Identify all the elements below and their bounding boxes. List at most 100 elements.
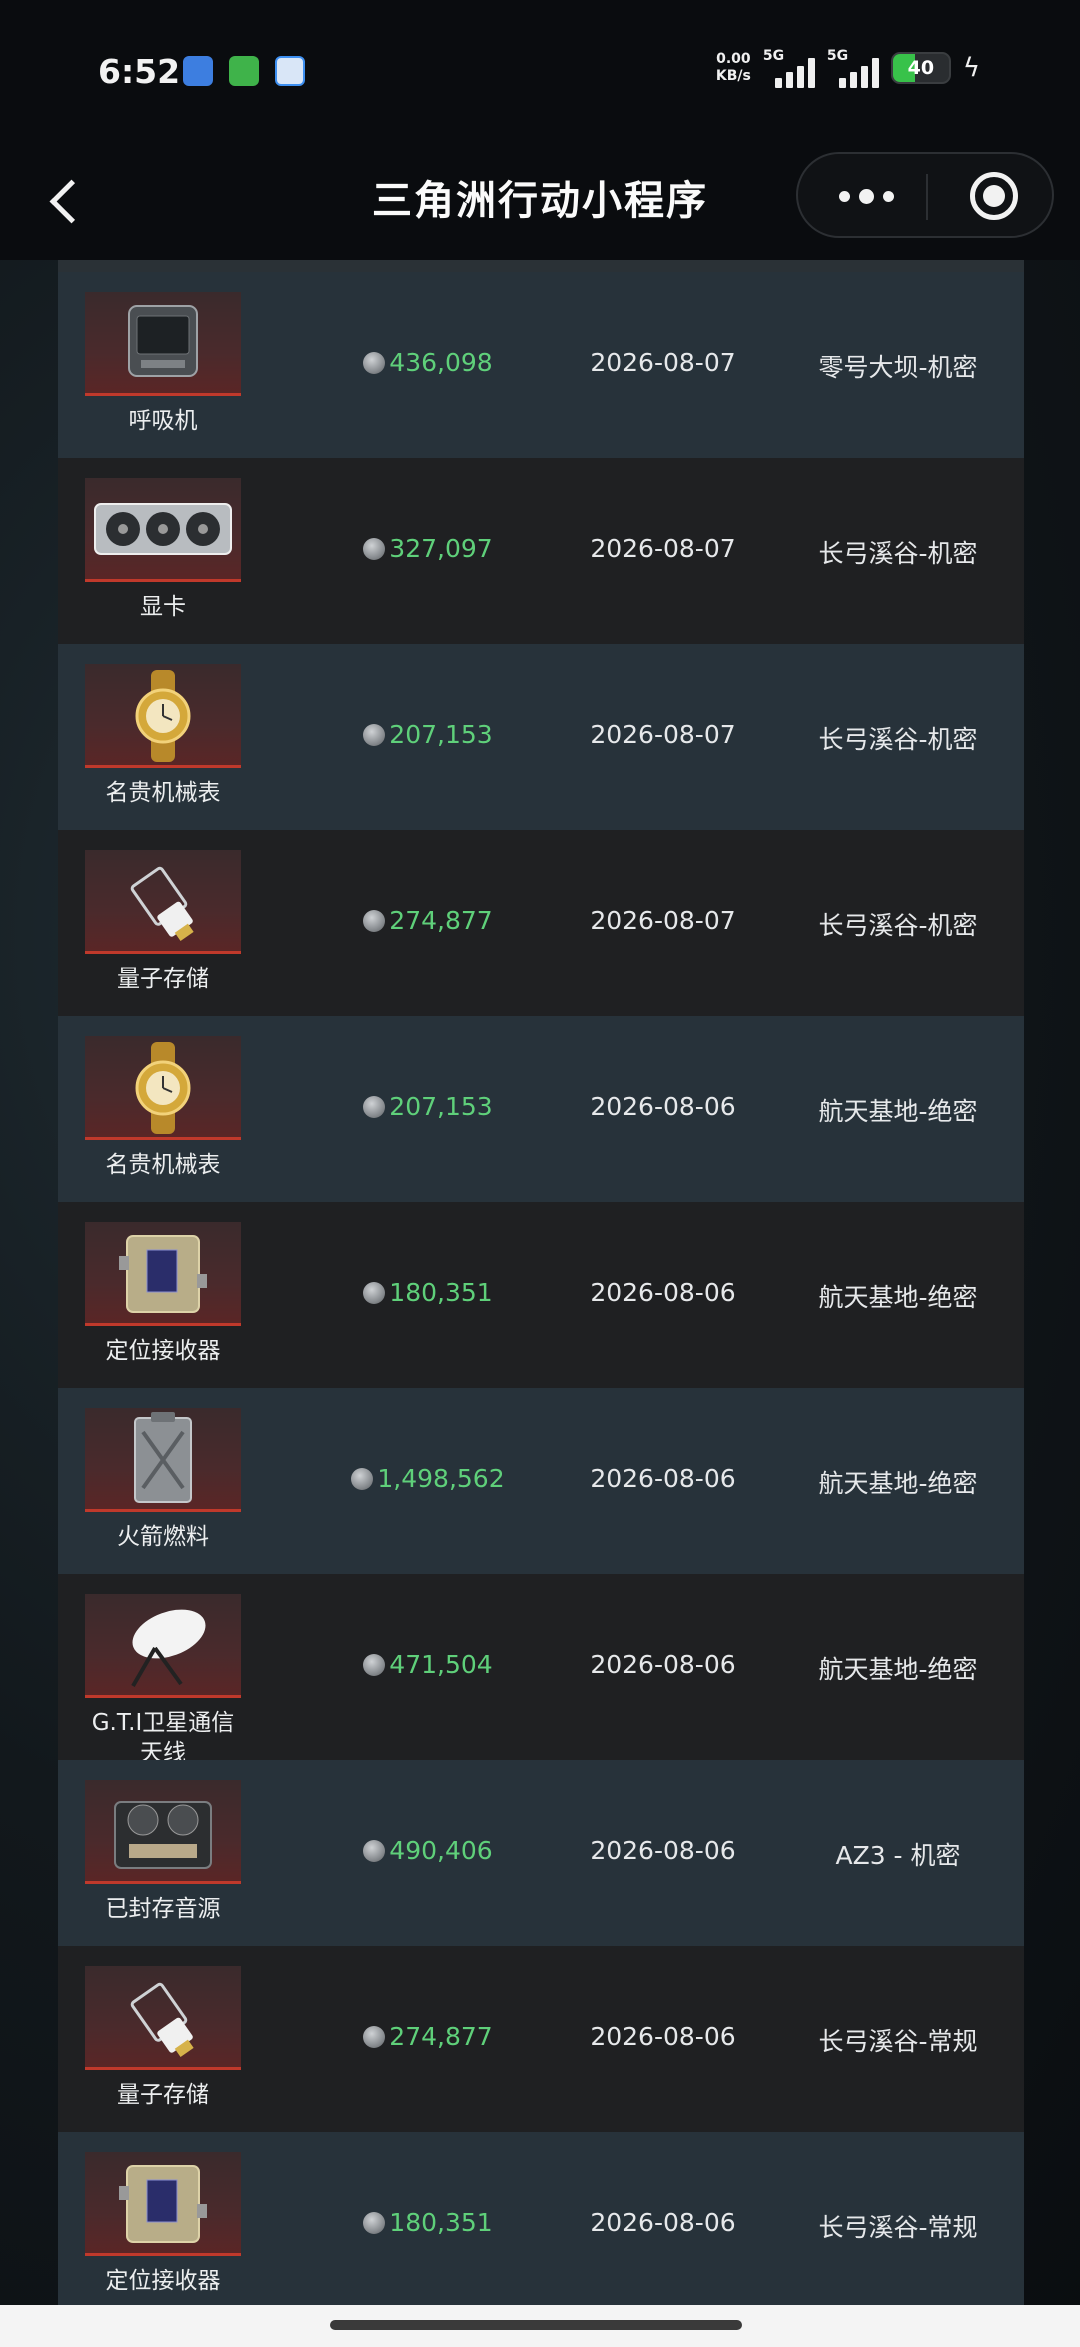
- record-row[interactable]: G.T.I卫星通信 天线 471,504 2026-08-06 航天基地-绝密: [58, 1574, 1024, 1766]
- item-date: 2026-08-07: [590, 348, 736, 377]
- app-icon-blue: [183, 56, 213, 86]
- item-date: 2026-08-07: [590, 906, 736, 935]
- network-speed-value: 0.00: [716, 51, 751, 67]
- coin-icon: [363, 1840, 386, 1862]
- item-name-text: 定位接收器: [105, 1338, 221, 1364]
- item-price-value: 327,097: [389, 534, 493, 563]
- item-name-text: 已封存音源: [105, 1896, 221, 1922]
- list-top-strip: [58, 260, 1024, 272]
- coin-icon: [363, 910, 386, 932]
- close-miniprogram-button[interactable]: [970, 172, 1018, 220]
- item-location: 航天基地-绝密: [818, 1097, 978, 1126]
- coin-icon: [363, 1654, 386, 1676]
- item-name: 名贵机械表: [58, 778, 268, 808]
- item-name: 名贵机械表: [58, 1150, 268, 1180]
- network-speed-unit: KB/s: [715, 68, 751, 84]
- item-price: 274,877: [313, 906, 543, 935]
- record-row[interactable]: 名贵机械表 207,153 2026-08-07 长弓溪谷-机密: [58, 644, 1024, 830]
- coin-icon: [363, 2026, 386, 2048]
- record-row[interactable]: 名贵机械表 207,153 2026-08-06 航天基地-绝密: [58, 1016, 1024, 1202]
- quantum-storage-icon: [85, 850, 241, 954]
- coin-icon: [363, 1096, 386, 1118]
- item-price-value: 207,153: [389, 720, 493, 749]
- item-name-text: 显卡: [140, 594, 186, 620]
- item-name-text: 量子存储: [117, 966, 209, 992]
- item-price-value: 207,153: [389, 1092, 493, 1121]
- nav-bar: 三角洲行动小程序: [0, 140, 1080, 260]
- item-date: 2026-08-06: [590, 1650, 736, 1679]
- item-name-text: 呼吸机: [128, 408, 198, 434]
- item-name-text: 名贵机械表: [105, 1152, 221, 1178]
- item-date: 2026-08-07: [590, 720, 736, 749]
- item-location: 长弓溪谷-机密: [818, 539, 978, 568]
- item-price: 207,153: [313, 1092, 543, 1121]
- item-name: 呼吸机: [58, 406, 268, 436]
- shield-app-icon: [229, 56, 259, 86]
- signal-2-tag: 5G: [826, 48, 849, 64]
- signal-2: 5G: [827, 48, 879, 88]
- record-row[interactable]: 定位接收器 180,351 2026-08-06 长弓溪谷-常规: [58, 2132, 1024, 2305]
- coin-icon: [363, 1282, 386, 1304]
- item-name-text: 量子存储: [117, 2082, 209, 2108]
- item-name: 量子存储: [58, 964, 268, 994]
- item-price: 180,351: [313, 1278, 543, 1307]
- dollar-app-icon: [275, 56, 305, 86]
- coin-icon: [363, 724, 386, 746]
- item-price: 471,504: [313, 1650, 543, 1679]
- gps-receiver-icon: [85, 2152, 241, 2256]
- item-date: 2026-08-06: [590, 1464, 736, 1493]
- gps-receiver-icon: [85, 1222, 241, 1326]
- charging-icon: ϟ: [962, 53, 980, 83]
- coin-icon: [363, 538, 386, 560]
- item-name: 已封存音源: [58, 1894, 268, 1924]
- ventilator-icon: [85, 292, 241, 396]
- record-row[interactable]: 火箭燃料 1,498,562 2026-08-06 航天基地-绝密: [58, 1388, 1024, 1574]
- coin-icon: [363, 352, 386, 374]
- item-location: AZ3 - 机密: [835, 1841, 961, 1870]
- item-price-value: 274,877: [389, 2022, 493, 2051]
- luxury-watch-icon: [85, 1036, 241, 1140]
- item-name: G.T.I卫星通信 天线: [58, 1708, 268, 1768]
- item-location: 航天基地-绝密: [818, 1655, 978, 1684]
- record-row[interactable]: 量子存储 274,877 2026-08-06 长弓溪谷-常规: [58, 1946, 1024, 2132]
- record-row[interactable]: 显卡 327,097 2026-08-07 长弓溪谷-机密: [58, 458, 1024, 644]
- item-price-value: 1,498,562: [377, 1464, 505, 1493]
- status-right: 0.00 KB/s 5G 5G 40 ϟ: [716, 48, 980, 88]
- quantum-storage-icon: [85, 1966, 241, 2070]
- item-price-value: 490,406: [389, 1836, 493, 1865]
- item-price-value: 471,504: [389, 1650, 493, 1679]
- item-location: 航天基地-绝密: [818, 1283, 978, 1312]
- record-row[interactable]: 呼吸机 436,098 2026-08-07 零号大坝-机密: [58, 272, 1024, 458]
- coin-icon: [363, 2212, 386, 2234]
- record-row[interactable]: 定位接收器 180,351 2026-08-06 航天基地-绝密: [58, 1202, 1024, 1388]
- record-list[interactable]: 呼吸机 436,098 2026-08-07 零号大坝-机密显卡 327,097 2026…: [58, 260, 1024, 2305]
- satellite-dish-icon: [85, 1594, 241, 1698]
- notification-icons: [183, 56, 305, 86]
- capsule-divider: [926, 174, 928, 220]
- item-date: 2026-08-06: [590, 1278, 736, 1307]
- item-price: 1,498,562: [313, 1464, 543, 1493]
- item-name-line: G.T.I卫星通信: [91, 1710, 235, 1736]
- item-price: 327,097: [313, 534, 543, 563]
- item-name-text: 定位接收器: [105, 2268, 221, 2294]
- coin-icon: [351, 1468, 374, 1490]
- home-indicator[interactable]: [330, 2320, 742, 2330]
- item-name: 火箭燃料: [58, 1522, 268, 1552]
- miniprogram-capsule: [796, 152, 1054, 238]
- item-location: 长弓溪谷-机密: [818, 911, 978, 940]
- item-price: 436,098: [313, 348, 543, 377]
- item-date: 2026-08-06: [590, 2208, 736, 2237]
- record-row[interactable]: 已封存音源 490,406 2026-08-06 AZ3 - 机密: [58, 1760, 1024, 1946]
- more-button[interactable]: [826, 172, 906, 220]
- item-price-value: 180,351: [389, 1278, 493, 1307]
- luxury-watch-icon: [85, 664, 241, 768]
- item-location: 长弓溪谷-常规: [818, 2027, 978, 2056]
- item-location: 零号大坝-机密: [818, 353, 978, 382]
- battery-icon: 40: [890, 52, 951, 84]
- status-bar: 6:52 0.00 KB/s 5G 5G 40 ϟ: [0, 0, 1080, 140]
- item-price-value: 436,098: [389, 348, 493, 377]
- signal-1: 5G: [763, 48, 815, 88]
- network-speed: 0.00 KB/s: [716, 51, 751, 85]
- record-row[interactable]: 量子存储 274,877 2026-08-07 长弓溪谷-机密: [58, 830, 1024, 1016]
- item-location: 航天基地-绝密: [818, 1469, 978, 1498]
